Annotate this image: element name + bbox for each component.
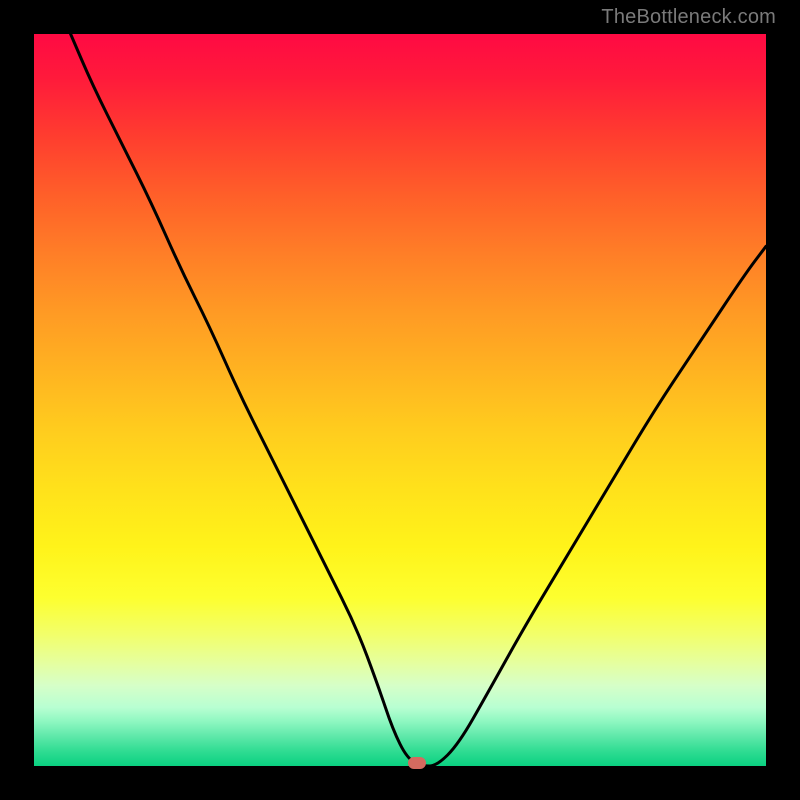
plot-area	[34, 34, 766, 766]
chart-frame: TheBottleneck.com	[0, 0, 800, 800]
watermark-text: TheBottleneck.com	[601, 6, 776, 29]
optimum-marker	[408, 757, 426, 769]
bottleneck-curve	[34, 34, 766, 766]
